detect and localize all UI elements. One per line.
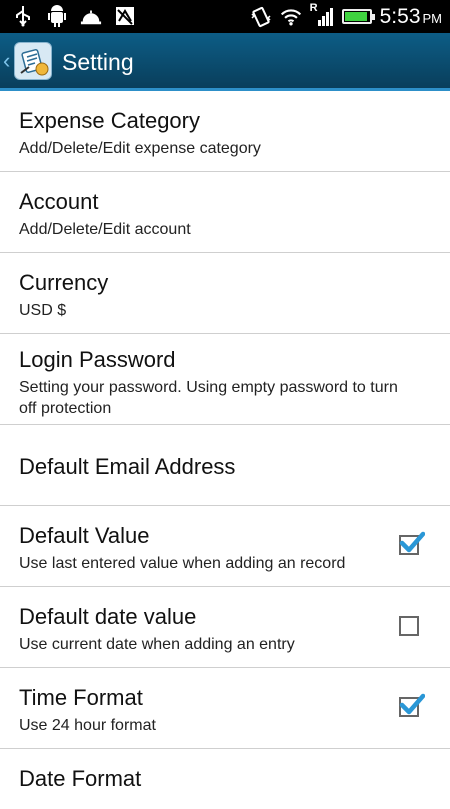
clock-ampm: PM bbox=[422, 10, 443, 26]
network-badge: R bbox=[309, 1, 318, 14]
setting-title: Currency bbox=[19, 270, 109, 295]
checkbox-default-date[interactable] bbox=[399, 616, 419, 636]
checkbox-default-value[interactable] bbox=[399, 531, 425, 555]
setting-default-email[interactable]: Default Email Address bbox=[0, 425, 450, 506]
checkmark-icon bbox=[399, 531, 425, 553]
setting-subtitle: Use last entered value when adding an re… bbox=[19, 555, 346, 572]
setting-title: Time Format bbox=[19, 685, 143, 710]
signal-icon: R bbox=[310, 2, 334, 28]
setting-login-password[interactable]: Login Password Setting your password. Us… bbox=[0, 334, 450, 425]
setting-title: Login Password bbox=[19, 347, 176, 372]
vibrate-icon bbox=[114, 5, 136, 27]
setting-title: Default Value bbox=[19, 523, 150, 548]
usb-icon bbox=[12, 5, 34, 27]
clock-time: 5:53 bbox=[379, 4, 421, 28]
clock: 5:53 PM bbox=[380, 5, 442, 29]
setting-subtitle: Add/Delete/Edit expense category bbox=[19, 140, 261, 157]
setting-title: Default Email Address bbox=[19, 454, 236, 479]
checkbox-time-format[interactable] bbox=[399, 693, 425, 717]
setting-subtitle: Setting your password. Using empty passw… bbox=[19, 379, 398, 417]
setting-title: Date Format bbox=[19, 766, 142, 791]
setting-subtitle: Use 24 hour format bbox=[19, 717, 156, 734]
status-bar: R 5:53 PM bbox=[0, 0, 450, 33]
setting-default-date[interactable]: Default date value Use current date when… bbox=[0, 587, 450, 668]
bell-icon bbox=[80, 5, 102, 27]
page-title: Setting bbox=[62, 49, 134, 75]
android-debug-icon bbox=[46, 5, 68, 27]
battery-icon bbox=[341, 9, 375, 24]
app-bar: ‹ Setting bbox=[0, 33, 450, 91]
settings-list: Expense Category Add/Delete/Edit expense… bbox=[0, 91, 450, 809]
battery-level bbox=[344, 12, 368, 21]
setting-expense-category[interactable]: Expense Category Add/Delete/Edit expense… bbox=[0, 91, 450, 172]
setting-title: Expense Category bbox=[19, 108, 200, 133]
setting-title: Account bbox=[19, 189, 99, 214]
setting-date-format[interactable]: Date Format bbox=[0, 749, 450, 809]
checkmark-icon bbox=[399, 693, 425, 715]
setting-subtitle: Use current date when adding an entry bbox=[19, 636, 295, 653]
setting-subtitle: Add/Delete/Edit account bbox=[19, 221, 191, 238]
setting-subtitle: USD $ bbox=[19, 302, 67, 319]
setting-account[interactable]: Account Add/Delete/Edit account bbox=[0, 172, 450, 253]
setting-default-value[interactable]: Default Value Use last entered value whe… bbox=[0, 506, 450, 587]
wifi-icon bbox=[280, 6, 302, 28]
setting-time-format[interactable]: Time Format Use 24 hour format bbox=[0, 668, 450, 749]
app-logo-icon[interactable] bbox=[14, 42, 52, 80]
setting-title: Default date value bbox=[19, 604, 197, 629]
back-chevron-icon[interactable]: ‹ bbox=[3, 48, 10, 74]
setting-currency[interactable]: Currency USD $ bbox=[0, 253, 450, 334]
vibrate-icon bbox=[250, 6, 272, 28]
